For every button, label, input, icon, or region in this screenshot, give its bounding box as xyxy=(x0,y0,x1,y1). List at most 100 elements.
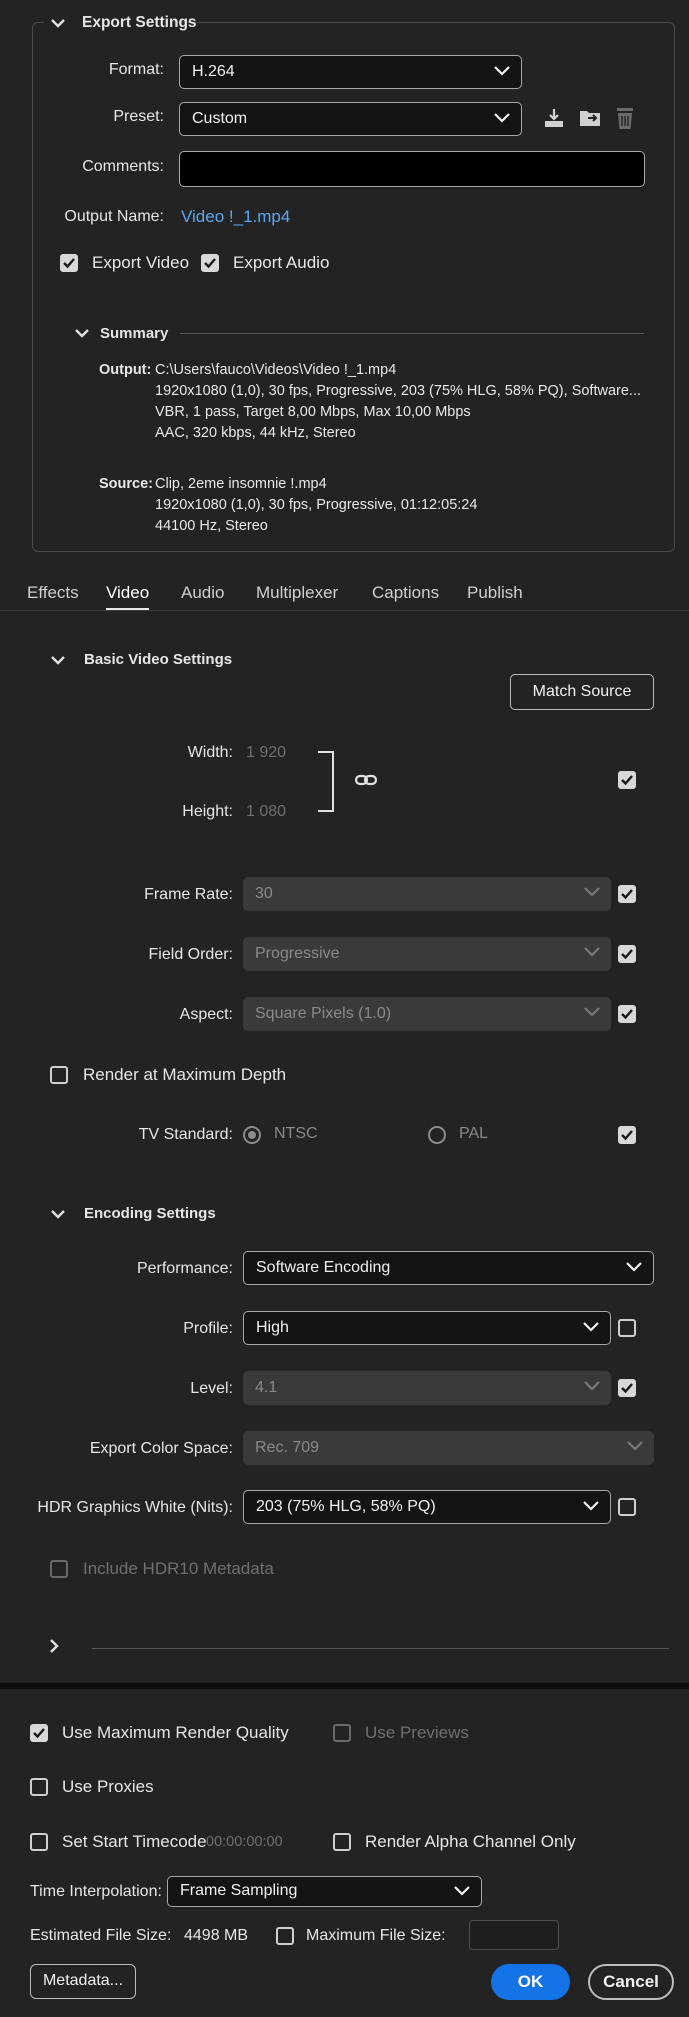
width-label: Width: xyxy=(187,744,233,761)
tab-effects[interactable]: Effects xyxy=(27,583,79,603)
summary-output-lines: C:\Users\fauco\Videos\Video !_1.mp4 1920… xyxy=(155,360,641,444)
collapsed-section-divider xyxy=(92,1648,669,1649)
tv-standard-checkbox[interactable] xyxy=(618,1126,636,1144)
match-size-checkbox[interactable] xyxy=(618,771,636,789)
summary-output-line: AAC, 320 kbps, 44 kHz, Stereo xyxy=(155,425,356,441)
aspect-value: Square Pixels (1.0) xyxy=(255,1005,392,1022)
hdr-white-checkbox[interactable] xyxy=(618,1498,636,1516)
metadata-button[interactable]: Metadata... xyxy=(30,1964,136,1999)
tab-video[interactable]: Video xyxy=(106,583,149,603)
hdr-white-label: HDR Graphics White (Nits): xyxy=(37,1499,233,1516)
ntsc-radio[interactable] xyxy=(243,1126,261,1144)
frame-rate-dropdown[interactable]: 30 xyxy=(243,877,611,911)
delete-preset-icon[interactable] xyxy=(614,105,636,131)
color-space-label: Export Color Space: xyxy=(89,1440,233,1457)
tab-audio[interactable]: Audio xyxy=(181,583,224,603)
tab-multiplexer[interactable]: Multiplexer xyxy=(256,583,338,603)
hdr-white-value: 203 (75% HLG, 58% PQ) xyxy=(256,1498,436,1515)
color-space-value: Rec. 709 xyxy=(255,1439,320,1456)
chevron-down-icon[interactable] xyxy=(50,1208,66,1220)
summary-title: Summary xyxy=(100,325,169,342)
checkmark-icon xyxy=(621,775,633,786)
ok-button[interactable]: OK xyxy=(491,1964,570,2000)
estimated-size-label: Estimated File Size: xyxy=(30,1927,172,1944)
export-video-checkbox[interactable] xyxy=(60,254,78,272)
use-previews-checkbox[interactable] xyxy=(333,1724,351,1742)
tab-captions[interactable]: Captions xyxy=(372,583,439,603)
tab-publish[interactable]: Publish xyxy=(467,583,523,603)
use-max-render-label: Use Maximum Render Quality xyxy=(62,1723,289,1742)
link-icon[interactable] xyxy=(354,772,378,788)
checkmark-icon xyxy=(621,1130,633,1141)
summary-source-line: 44100 Hz, Stereo xyxy=(155,518,268,534)
chevron-down-icon[interactable] xyxy=(50,654,66,666)
output-name-link[interactable]: Video !_1.mp4 xyxy=(181,207,290,227)
checkmark-icon xyxy=(621,1383,633,1394)
export-settings-title: Export Settings xyxy=(82,14,197,31)
checkmark-icon xyxy=(33,1728,45,1739)
max-file-size-checkbox[interactable] xyxy=(276,1927,294,1945)
set-start-timecode-checkbox[interactable] xyxy=(30,1833,48,1851)
checkmark-icon xyxy=(63,258,75,269)
format-value: H.264 xyxy=(192,63,235,80)
summary-source-lines: Clip, 2eme insomnie !.mp4 1920x1080 (1,0… xyxy=(155,474,477,537)
set-start-timecode-label: Set Start Timecode xyxy=(62,1832,207,1851)
performance-dropdown[interactable]: Software Encoding xyxy=(243,1251,654,1285)
checkmark-icon xyxy=(621,889,633,900)
field-order-checkbox[interactable] xyxy=(618,945,636,963)
format-label: Format: xyxy=(108,61,164,78)
profile-dropdown[interactable]: High xyxy=(243,1311,611,1345)
start-timecode-value[interactable]: 00:00:00:00 xyxy=(206,1834,283,1850)
profile-checkbox[interactable] xyxy=(618,1319,636,1337)
cancel-label: Cancel xyxy=(603,1972,659,1991)
aspect-checkbox[interactable] xyxy=(618,1005,636,1023)
aspect-dropdown[interactable]: Square Pixels (1.0) xyxy=(243,997,611,1031)
level-checkbox[interactable] xyxy=(618,1379,636,1397)
checkmark-icon xyxy=(204,258,216,269)
chevron-right-icon[interactable] xyxy=(48,1638,60,1654)
use-max-render-checkbox[interactable] xyxy=(30,1724,48,1742)
cancel-button[interactable]: Cancel xyxy=(588,1964,674,2000)
field-order-dropdown[interactable]: Progressive xyxy=(243,937,611,971)
checkmark-icon xyxy=(621,949,633,960)
chevron-down-icon xyxy=(494,113,510,123)
export-settings-header[interactable]: Export Settings xyxy=(44,12,197,36)
frame-rate-value: 30 xyxy=(255,885,273,902)
import-preset-icon[interactable] xyxy=(578,106,604,130)
summary-source-label: Source: xyxy=(99,476,153,492)
hdr-white-dropdown[interactable]: 203 (75% HLG, 58% PQ) xyxy=(243,1490,611,1524)
color-space-dropdown[interactable]: Rec. 709 xyxy=(243,1431,654,1465)
ok-label: OK xyxy=(517,1972,544,1991)
pal-radio[interactable] xyxy=(428,1126,446,1144)
time-interpolation-value: Frame Sampling xyxy=(180,1882,298,1899)
export-audio-label: Export Audio xyxy=(233,253,330,272)
height-value: 1 080 xyxy=(246,803,287,820)
render-max-depth-checkbox[interactable] xyxy=(50,1066,68,1084)
bottom-separator xyxy=(0,1683,689,1689)
estimated-size-value: 4498 MB xyxy=(184,1927,249,1944)
level-value: 4.1 xyxy=(255,1379,278,1396)
use-proxies-checkbox[interactable] xyxy=(30,1778,48,1796)
output-name-label: Output Name: xyxy=(64,208,164,225)
render-alpha-checkbox[interactable] xyxy=(333,1833,351,1851)
comments-input[interactable] xyxy=(179,151,645,187)
use-previews-label: Use Previews xyxy=(365,1723,469,1742)
export-audio-checkbox[interactable] xyxy=(201,254,219,272)
save-preset-icon[interactable] xyxy=(542,106,566,130)
aspect-label: Aspect: xyxy=(179,1006,233,1023)
chevron-down-icon[interactable] xyxy=(74,327,90,339)
summary-output-label: Output: xyxy=(99,362,152,378)
chevron-down-icon xyxy=(583,1501,599,1511)
frame-rate-label: Frame Rate: xyxy=(144,886,233,903)
max-file-size-input[interactable] xyxy=(469,1920,559,1950)
frame-rate-checkbox[interactable] xyxy=(618,885,636,903)
export-video-label: Export Video xyxy=(92,253,190,272)
hdr10-checkbox[interactable] xyxy=(50,1560,68,1578)
chevron-down-icon xyxy=(454,1886,470,1896)
level-dropdown[interactable]: 4.1 xyxy=(243,1371,611,1405)
format-dropdown[interactable]: H.264 xyxy=(179,55,522,89)
preset-dropdown[interactable]: Custom xyxy=(179,102,522,136)
match-source-button[interactable]: Match Source xyxy=(510,674,654,710)
time-interpolation-dropdown[interactable]: Frame Sampling xyxy=(167,1876,482,1907)
summary-output-line: C:\Users\fauco\Videos\Video !_1.mp4 xyxy=(155,362,397,378)
